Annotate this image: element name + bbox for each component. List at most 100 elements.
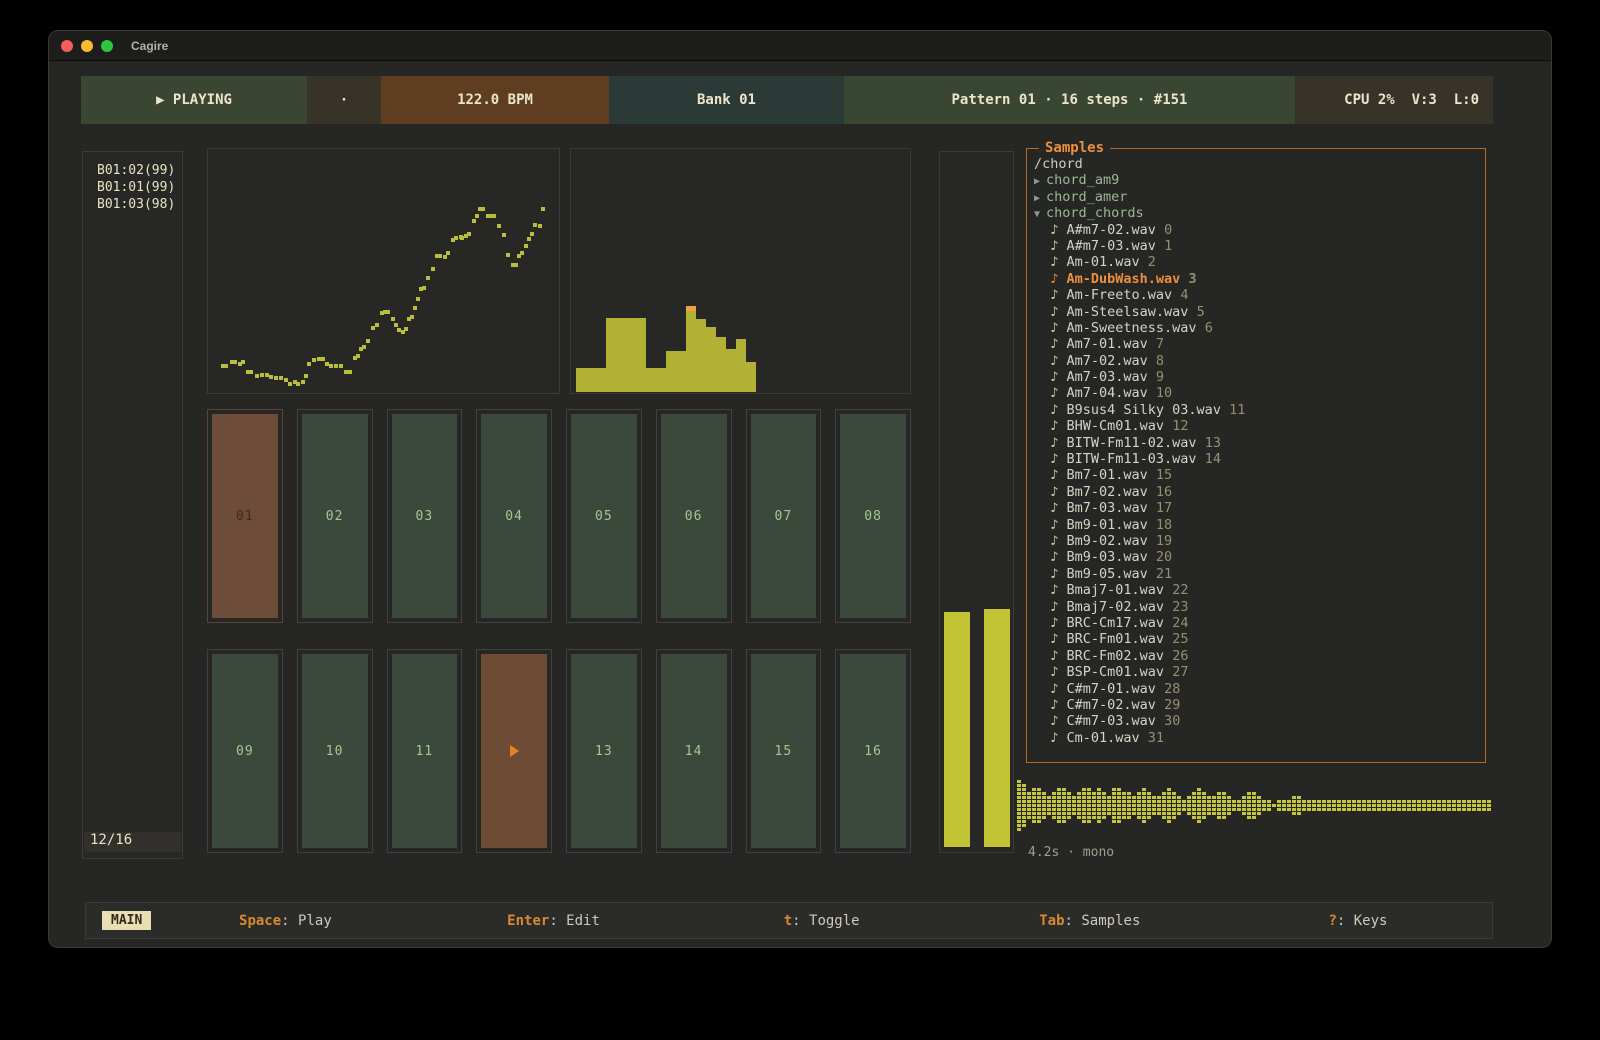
sample-index: 11 bbox=[1229, 402, 1245, 418]
sample-file-2[interactable]: ♪ Am-01.wav 2 bbox=[1034, 254, 1485, 270]
sample-file-4[interactable]: ♪ Am-Freeto.wav 4 bbox=[1034, 287, 1485, 303]
sample-file-23[interactable]: ♪ Bmaj7-02.wav 23 bbox=[1034, 599, 1485, 615]
pad-09[interactable]: 09 bbox=[207, 649, 283, 853]
maximize-icon[interactable] bbox=[101, 40, 113, 52]
sample-file-name: Am-Sweetness.wav bbox=[1067, 320, 1205, 336]
sample-file-15[interactable]: ♪ Bm7-01.wav 15 bbox=[1034, 467, 1485, 483]
sample-file-29[interactable]: ♪ C#m7-02.wav 29 bbox=[1034, 697, 1485, 713]
pad-12[interactable] bbox=[476, 649, 552, 853]
pad-fill[interactable]: 08 bbox=[840, 414, 906, 618]
sample-index: 30 bbox=[1164, 713, 1180, 729]
sample-file-name: Bmaj7-01.wav bbox=[1067, 582, 1173, 598]
sample-file-24[interactable]: ♪ BRC-Cm17.wav 24 bbox=[1034, 615, 1485, 631]
pad-10[interactable]: 10 bbox=[297, 649, 373, 853]
sample-file-7[interactable]: ♪ Am7-01.wav 7 bbox=[1034, 336, 1485, 352]
sample-file-12[interactable]: ♪ BHW-Cm01.wav 12 bbox=[1034, 418, 1485, 434]
waveform-dot bbox=[1062, 792, 1066, 795]
waveform-dot bbox=[1102, 792, 1106, 795]
sample-file-name: Am-Freeto.wav bbox=[1067, 287, 1181, 303]
folder-chord_am9[interactable]: ▶ chord_am9 bbox=[1034, 172, 1485, 188]
pad-fill[interactable]: 01 bbox=[212, 414, 278, 618]
pad-16[interactable]: 16 bbox=[835, 649, 911, 853]
sample-file-26[interactable]: ♪ BRC-Fm02.wav 26 bbox=[1034, 648, 1485, 664]
hint-tab: Tab: Samples bbox=[956, 913, 1224, 929]
pad-fill[interactable]: 10 bbox=[302, 654, 368, 848]
pad-04[interactable]: 04 bbox=[476, 409, 552, 623]
pad-fill[interactable]: 06 bbox=[661, 414, 727, 618]
sample-file-name: Bm9-01.wav bbox=[1067, 517, 1156, 533]
pad-15[interactable]: 15 bbox=[746, 649, 822, 853]
sample-file-25[interactable]: ♪ BRC-Fm01.wav 25 bbox=[1034, 631, 1485, 647]
waveform-dot bbox=[1302, 800, 1306, 803]
sample-file-5[interactable]: ♪ Am-Steelsaw.wav 5 bbox=[1034, 304, 1485, 320]
waveform-dot bbox=[1022, 824, 1026, 827]
minimize-icon[interactable] bbox=[81, 40, 93, 52]
waveform-dot bbox=[1077, 816, 1081, 819]
sample-file-14[interactable]: ♪ BITW-Fm11-03.wav 14 bbox=[1034, 451, 1485, 467]
sample-file-17[interactable]: ♪ Bm7-03.wav 17 bbox=[1034, 500, 1485, 516]
pad-fill[interactable]: 14 bbox=[661, 654, 727, 848]
pad-06[interactable]: 06 bbox=[656, 409, 732, 623]
sample-file-1[interactable]: ♪ A#m7-03.wav 1 bbox=[1034, 238, 1485, 254]
sample-file-10[interactable]: ♪ Am7-04.wav 10 bbox=[1034, 385, 1485, 401]
pad-05[interactable]: 05 bbox=[566, 409, 642, 623]
pad-fill[interactable] bbox=[481, 654, 547, 848]
pad-fill[interactable]: 09 bbox=[212, 654, 278, 848]
pad-01[interactable]: 01 bbox=[207, 409, 283, 623]
pad-fill[interactable]: 02 bbox=[302, 414, 368, 618]
pad-fill[interactable]: 16 bbox=[840, 654, 906, 848]
pad-fill[interactable]: 13 bbox=[571, 654, 637, 848]
waveform-dot bbox=[1412, 804, 1416, 807]
sample-file-6[interactable]: ♪ Am-Sweetness.wav 6 bbox=[1034, 320, 1485, 336]
sample-file-3[interactable]: ♪ Am-DubWash.wav 3 bbox=[1034, 271, 1485, 287]
note-icon: ♪ bbox=[1034, 222, 1067, 238]
sample-file-22[interactable]: ♪ Bmaj7-01.wav 22 bbox=[1034, 582, 1485, 598]
sample-file-13[interactable]: ♪ BITW-Fm11-02.wav 13 bbox=[1034, 435, 1485, 451]
pad-02[interactable]: 02 bbox=[297, 409, 373, 623]
folder-chord_amer[interactable]: ▶ chord_amer bbox=[1034, 189, 1485, 205]
sample-file-name: Am-01.wav bbox=[1067, 254, 1148, 270]
waveform-dot bbox=[1047, 800, 1051, 803]
histogram-bar bbox=[646, 368, 656, 392]
sample-file-19[interactable]: ♪ Bm9-02.wav 19 bbox=[1034, 533, 1485, 549]
close-icon[interactable] bbox=[61, 40, 73, 52]
sample-file-8[interactable]: ♪ Am7-02.wav 8 bbox=[1034, 353, 1485, 369]
pad-fill[interactable]: 07 bbox=[751, 414, 817, 618]
waveform-dot bbox=[1402, 808, 1406, 811]
waveform-dot bbox=[1257, 800, 1261, 803]
waveform-dot bbox=[1167, 792, 1171, 795]
sample-file-28[interactable]: ♪ C#m7-01.wav 28 bbox=[1034, 681, 1485, 697]
waveform-dot bbox=[1282, 808, 1286, 811]
scatter-dot bbox=[269, 375, 273, 379]
waveform-dot bbox=[1462, 800, 1466, 803]
pad-13[interactable]: 13 bbox=[566, 649, 642, 853]
pad-fill[interactable]: 05 bbox=[571, 414, 637, 618]
waveform-dot bbox=[1107, 804, 1111, 807]
pad-11[interactable]: 11 bbox=[387, 649, 463, 853]
sample-file-27[interactable]: ♪ BSP-Cm01.wav 27 bbox=[1034, 664, 1485, 680]
pad-03[interactable]: 03 bbox=[387, 409, 463, 623]
histogram-bar bbox=[656, 368, 666, 392]
waveform-dot bbox=[1237, 808, 1241, 811]
sample-file-31[interactable]: ♪ Cm-01.wav 31 bbox=[1034, 730, 1485, 746]
pad-08[interactable]: 08 bbox=[835, 409, 911, 623]
sample-file-0[interactable]: ♪ A#m7-02.wav 0 bbox=[1034, 222, 1485, 238]
pad-07[interactable]: 07 bbox=[746, 409, 822, 623]
waveform-column bbox=[1017, 780, 1021, 832]
folder-chord_chords[interactable]: ▼ chord_chords bbox=[1034, 205, 1485, 221]
pad-fill[interactable]: 15 bbox=[751, 654, 817, 848]
sample-file-30[interactable]: ♪ C#m7-03.wav 30 bbox=[1034, 713, 1485, 729]
waveform-dot bbox=[1157, 796, 1161, 799]
pad-fill[interactable]: 04 bbox=[481, 414, 547, 618]
sample-file-11[interactable]: ♪ B9sus4 Silky 03.wav 11 bbox=[1034, 402, 1485, 418]
waveform-dot bbox=[1342, 800, 1346, 803]
waveform-dot bbox=[1122, 812, 1126, 815]
sample-file-18[interactable]: ♪ Bm9-01.wav 18 bbox=[1034, 517, 1485, 533]
sample-file-9[interactable]: ♪ Am7-03.wav 9 bbox=[1034, 369, 1485, 385]
sample-file-21[interactable]: ♪ Bm9-05.wav 21 bbox=[1034, 566, 1485, 582]
pad-fill[interactable]: 11 bbox=[392, 654, 458, 848]
pad-fill[interactable]: 03 bbox=[392, 414, 458, 618]
sample-file-16[interactable]: ♪ Bm7-02.wav 16 bbox=[1034, 484, 1485, 500]
sample-file-20[interactable]: ♪ Bm9-03.wav 20 bbox=[1034, 549, 1485, 565]
pad-14[interactable]: 14 bbox=[656, 649, 732, 853]
